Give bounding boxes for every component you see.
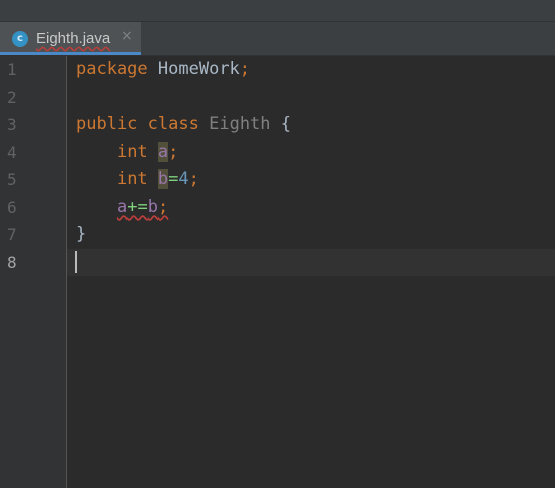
- java-class-icon: c: [12, 31, 28, 47]
- field-b-ref: b: [147, 197, 158, 217]
- code-line-3[interactable]: public class Eighth {: [76, 111, 291, 138]
- assign-operator: =: [168, 169, 179, 189]
- window-top-strip: [0, 0, 555, 22]
- line-number: 7: [7, 225, 17, 244]
- semicolon: ;: [157, 197, 169, 217]
- field-a-ref: a: [116, 197, 128, 217]
- line-number: 3: [7, 115, 17, 134]
- close-brace: }: [76, 224, 87, 244]
- line-number: 2: [7, 88, 17, 107]
- line-number: 6: [7, 198, 17, 217]
- tab-title[interactable]: Eighth.java: [36, 30, 110, 47]
- code-line-4[interactable]: int a;: [76, 139, 178, 166]
- open-brace: {: [280, 114, 292, 134]
- keyword: public: [76, 114, 138, 134]
- line-number-current: 8: [7, 253, 17, 272]
- tab-eighth-java[interactable]: c Eighth.java ×: [0, 22, 141, 55]
- number-literal: 4: [178, 169, 189, 189]
- keyword: int: [116, 169, 148, 189]
- keyword: class: [147, 114, 199, 134]
- editor-tab-bar: c Eighth.java ×: [0, 22, 555, 56]
- code-line-7[interactable]: }: [76, 221, 86, 248]
- package-name: HomeWork: [157, 59, 240, 79]
- field-b: b: [157, 169, 169, 189]
- field-a: a: [157, 142, 169, 162]
- line-number: 1: [7, 60, 17, 79]
- semicolon: ;: [168, 142, 179, 162]
- class-name: Eighth: [209, 114, 271, 134]
- line-number: 4: [7, 143, 17, 162]
- error-statement: a+=b;: [117, 197, 168, 217]
- compound-assign-operator: +=: [127, 197, 148, 217]
- keyword: package: [76, 59, 148, 79]
- active-tab-indicator: [0, 52, 141, 55]
- text-caret: [75, 251, 77, 273]
- code-line-5[interactable]: int b=4;: [76, 166, 199, 193]
- current-line-highlight: [67, 249, 555, 276]
- semicolon: ;: [188, 169, 199, 189]
- code-line-1[interactable]: package HomeWork;: [76, 56, 250, 83]
- line-number: 5: [7, 170, 17, 189]
- code-line-6[interactable]: a+=b;: [76, 194, 168, 221]
- close-icon[interactable]: ×: [121, 28, 133, 44]
- semicolon: ;: [239, 59, 251, 79]
- keyword: int: [116, 142, 148, 162]
